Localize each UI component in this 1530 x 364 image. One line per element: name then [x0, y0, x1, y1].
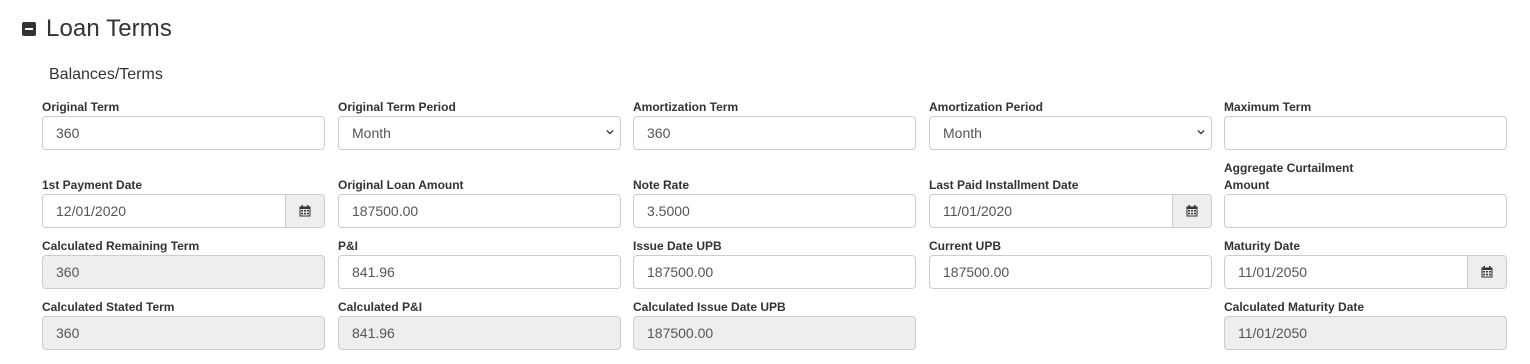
first-payment-date-value: 12/01/2020 — [56, 203, 127, 219]
current-upb-label: Current UPB — [929, 239, 1002, 253]
last-paid-installment-date-value: 11/01/2020 — [943, 203, 1013, 219]
section-header: Loan Terms — [22, 14, 172, 44]
amortization-period-label: Amortization Period — [929, 100, 1044, 114]
maximum-term-input[interactable] — [1224, 116, 1507, 150]
issue-date-upb-input[interactable]: 187500.00 — [633, 255, 916, 289]
original-term-period-select[interactable]: Month — [338, 116, 621, 150]
calculated-p-and-i-input: 841.96 — [338, 316, 621, 350]
amortization-term-label: Amortization Term — [633, 100, 739, 114]
original-term-period-value: Month — [352, 125, 391, 141]
last-paid-installment-date-label: Last Paid Installment Date — [929, 178, 1079, 192]
calendar-button[interactable] — [1467, 256, 1506, 288]
calculated-issue-date-upb-label: Calculated Issue Date UPB — [633, 300, 786, 314]
calculated-remaining-term-label: Calculated Remaining Term — [42, 239, 200, 253]
current-upb-input[interactable]: 187500.00 — [929, 255, 1212, 289]
calendar-icon — [1186, 205, 1198, 217]
chevron-down-icon — [606, 129, 614, 135]
original-term-period-label: Original Term Period — [338, 100, 456, 114]
issue-date-upb-label: Issue Date UPB — [633, 239, 722, 253]
calculated-stated-term-input: 360 — [42, 316, 325, 350]
note-rate-label: Note Rate — [633, 178, 690, 192]
original-loan-amount-label: Original Loan Amount — [338, 178, 464, 192]
calculated-maturity-date-label: Calculated Maturity Date — [1224, 300, 1365, 314]
p-and-i-label: P&I — [338, 239, 359, 253]
aggregate-curtailment-amount-input[interactable] — [1224, 194, 1507, 228]
section-title: Loan Terms — [46, 15, 172, 42]
original-term-input[interactable]: 360 — [42, 116, 325, 150]
chevron-down-icon — [1197, 129, 1205, 135]
calendar-button[interactable] — [1172, 195, 1211, 227]
aggregate-curtailment-label-line2: Amount — [1224, 178, 1270, 192]
original-term-label: Original Term — [42, 100, 120, 114]
last-paid-installment-date-input[interactable]: 11/01/2020 — [929, 194, 1212, 228]
amortization-period-value: Month — [943, 125, 982, 141]
calculated-issue-date-upb-input: 187500.00 — [633, 316, 916, 350]
calendar-icon — [1481, 266, 1493, 278]
aggregate-curtailment-label-line1: Aggregate Curtailment — [1224, 161, 1354, 175]
collapse-minus-icon[interactable] — [22, 22, 36, 36]
maturity-date-value: 11/01/2050 — [1238, 264, 1308, 280]
calculated-p-and-i-label: Calculated P&I — [338, 300, 423, 314]
calculated-remaining-term-input: 360 — [42, 255, 325, 289]
maximum-term-label: Maximum Term — [1224, 100, 1312, 114]
calculated-stated-term-label: Calculated Stated Term — [42, 300, 175, 314]
calendar-button[interactable] — [285, 195, 324, 227]
amortization-term-input[interactable]: 360 — [633, 116, 916, 150]
first-payment-date-label: 1st Payment Date — [42, 178, 143, 192]
subsection-title: Balances/Terms — [49, 66, 163, 83]
calculated-maturity-date-input: 11/01/2050 — [1224, 316, 1507, 350]
maturity-date-input[interactable]: 11/01/2050 — [1224, 255, 1507, 289]
calendar-icon — [299, 205, 311, 217]
amortization-period-select[interactable]: Month — [929, 116, 1212, 150]
maturity-date-label: Maturity Date — [1224, 239, 1301, 253]
first-payment-date-input[interactable]: 12/01/2020 — [42, 194, 325, 228]
note-rate-input[interactable]: 3.5000 — [633, 194, 916, 228]
aggregate-curtailment-amount-label: Aggregate Curtailment Amount — [1224, 160, 1353, 194]
p-and-i-input[interactable]: 841.96 — [338, 255, 621, 289]
original-loan-amount-input[interactable]: 187500.00 — [338, 194, 621, 228]
